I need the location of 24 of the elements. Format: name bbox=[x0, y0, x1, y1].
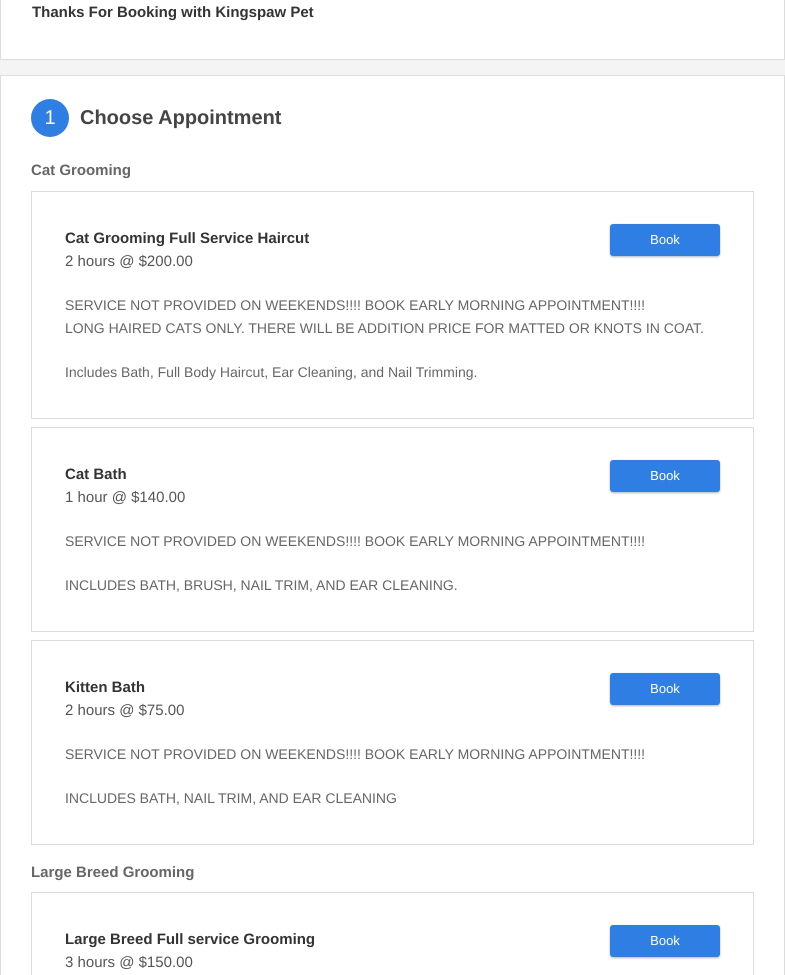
service-name: Cat Grooming Full Service Haircut bbox=[65, 228, 310, 248]
description-text: SERVICE NOT PROVIDED ON WEEKENDS!!!! BOOK EARLY MORNING APPOINTMENT!!!! bbox=[65, 296, 646, 314]
description-text: SERVICE NOT PROVIDED ON WEEKENDS!!!! BOOK EARLY MORNING APPOINTMENT!!!! bbox=[65, 744, 646, 764]
description-text: INCLUDES BATH, BRUSH, NAIL TRIM, AND EAR CLEANING. bbox=[65, 576, 458, 594]
service-price: 2 hours @ $75.00 bbox=[65, 700, 184, 720]
confirmation-message: Thanks For Booking with Kingspaw Pet bbox=[32, 3, 315, 23]
service-price: 2 hours @ $200.00 bbox=[65, 252, 194, 272]
book-button[interactable]: Book bbox=[610, 460, 720, 492]
service-name: Large Breed Full service Grooming bbox=[65, 930, 316, 950]
description-text: INCLUDES BATH, NAIL TRIM, AND EAR CLEANING bbox=[65, 788, 397, 808]
book-button[interactable]: Book bbox=[610, 672, 720, 704]
description-text: SERVICE NOT PROVIDED ON WEEKENDS!!!! BOOK EARLY MORNING APPOINTMENT!!!! bbox=[65, 532, 646, 550]
book-button[interactable]: Book bbox=[610, 925, 720, 957]
service-price: 1 hour @ $140.00 bbox=[65, 488, 186, 508]
book-button[interactable]: Book bbox=[610, 224, 720, 256]
service-price: 3 hours @ $150.00 bbox=[65, 953, 194, 973]
step-title: Choose Appointment bbox=[80, 106, 282, 131]
service-name: Kitten Bath bbox=[65, 678, 146, 698]
description-text: LONG HAIRED CATS ONLY. THERE WILL BE ADDITION PRICE FOR MATTED OR KNOTS IN COAT. bbox=[65, 318, 704, 338]
category-heading: Large Breed Grooming bbox=[31, 862, 196, 882]
description-text: Includes Bath, Full Body Haircut, Ear Cleaning, and Nail Trimming. bbox=[65, 362, 478, 382]
service-name: Cat Bath bbox=[65, 464, 128, 484]
step-number-badge: 1 bbox=[31, 99, 69, 137]
category-heading: Cat Grooming bbox=[31, 161, 132, 181]
